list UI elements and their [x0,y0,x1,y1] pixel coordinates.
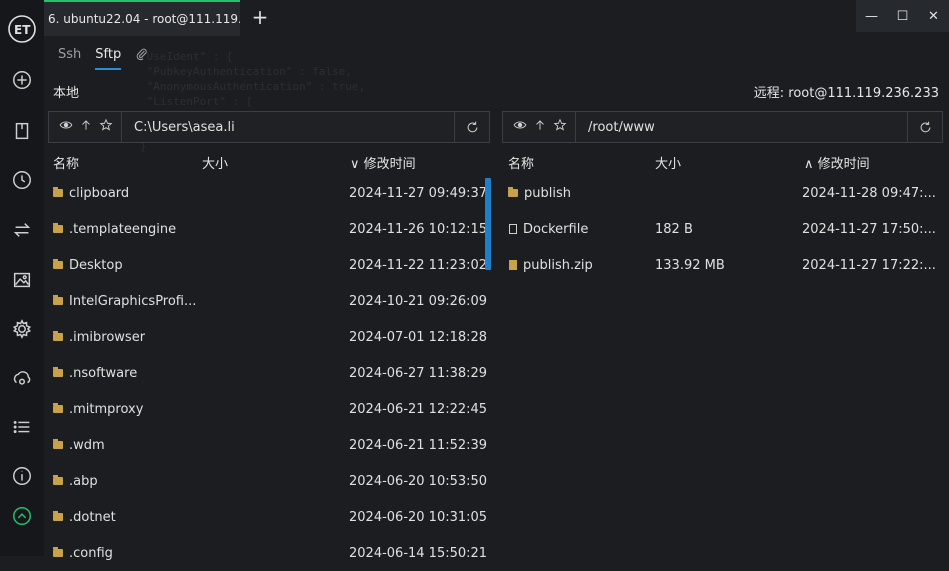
refresh-icon[interactable] [454,112,489,142]
folder-icon [53,259,63,269]
arrow-up-icon[interactable] [79,118,93,136]
local-path-controls [49,112,122,142]
table-row[interactable]: .abp 2024-06-20 10:53:50 [48,463,487,499]
close-button[interactable]: ✕ [918,0,949,32]
folder-icon [53,403,63,413]
local-path-input[interactable]: C:\Users\asea.li [122,120,454,135]
table-row[interactable]: .mitmproxy 2024-06-21 12:22:45 [48,391,487,427]
table-row[interactable]: .imibrowser 2024-07-01 12:18:28 [48,319,487,355]
arrow-up-icon[interactable] [533,118,547,136]
transfer-icon[interactable] [8,216,36,244]
paperclip-icon[interactable] [135,47,149,70]
local-column-size[interactable]: 大小 [202,153,228,172]
mode-tabs: Ssh Sftp [58,47,149,70]
folder-icon [53,223,63,233]
folder-icon [53,511,63,521]
tab-sftp[interactable]: Sftp [95,47,122,70]
table-row[interactable]: .templateengine 2024-11-26 10:12:15 [48,211,487,247]
maximize-button[interactable]: ☐ [887,0,918,32]
collapse-up-icon[interactable] [8,502,36,530]
app-logo-icon: ET [7,14,37,44]
remote-column-size[interactable]: 大小 [655,153,681,172]
folder-icon [53,439,63,449]
table-row[interactable]: publish.zip 133.92 MB 2024-11-27 17:22:... [502,247,943,283]
remote-path-input[interactable]: /root/www [576,120,907,135]
sort-desc-icon: ∨ [350,157,360,172]
file-icon [509,224,517,234]
window-controls: — ☐ ✕ [856,0,949,32]
list-icon[interactable] [8,413,36,441]
star-icon[interactable] [553,118,567,136]
image-icon[interactable] [8,266,36,294]
session-tab-title: 6. ubuntu22.04 - root@111.119.2... [48,12,240,26]
folder-icon [53,295,63,305]
local-scrollbar[interactable] [485,178,491,270]
sort-asc-icon: ∧ [804,157,814,172]
table-row[interactable]: Desktop 2024-11-22 11:23:02 [48,247,487,283]
local-column-modified[interactable]: ∨ 修改时间 [350,153,416,172]
add-icon[interactable] [8,66,36,94]
table-row[interactable]: Dockerfile 182 B 2024-11-27 17:50:... [502,211,943,247]
remote-pane-label: 远程: root@111.119.236.233 [753,86,939,101]
remote-column-modified[interactable]: ∧ 修改时间 [804,153,870,172]
minimize-button[interactable]: — [856,0,887,32]
new-tab-button[interactable]: + [249,6,271,28]
remote-path-bar: /root/www [502,111,943,143]
title-bar: 6. ubuntu22.04 - root@111.119.2... + — ☐… [44,0,949,36]
folder-icon [53,187,63,197]
folder-icon [53,331,63,341]
table-row[interactable]: .nsoftware 2024-06-27 11:38:29 [48,355,487,391]
svg-text:ET: ET [14,23,31,37]
table-row[interactable]: .wdm 2024-06-21 11:52:39 [48,427,487,463]
eye-icon[interactable] [59,118,73,136]
remote-column-name[interactable]: 名称 [508,153,534,172]
settings-gear-icon[interactable] [8,315,36,343]
eye-icon[interactable] [513,118,527,136]
folder-icon [53,367,63,377]
info-icon[interactable] [8,462,36,490]
session-tab[interactable]: 6. ubuntu22.04 - root@111.119.2... [44,0,240,36]
folder-icon [508,187,518,197]
refresh-icon[interactable] [907,112,942,142]
local-path-bar: C:\Users\asea.li [48,111,490,143]
zip-file-icon [509,260,517,270]
bookmark-icon[interactable] [8,117,36,145]
table-row[interactable]: publish 2024-11-28 09:47:... [502,175,943,211]
local-column-name[interactable]: 名称 [53,153,79,172]
history-clock-icon[interactable] [8,166,36,194]
remote-column-modified-label: 修改时间 [817,157,870,172]
folder-icon [53,475,63,485]
table-row[interactable]: .dotnet 2024-06-20 10:31:05 [48,499,487,535]
table-row[interactable]: clipboard 2024-11-27 09:49:37 [48,175,487,211]
local-pane-label: 本地 [53,86,80,101]
star-icon[interactable] [99,118,113,136]
left-sidebar: ET [0,0,44,556]
table-row[interactable]: .config 2024-06-14 15:50:21 [48,535,487,571]
local-column-modified-label: 修改时间 [363,157,416,172]
tab-ssh[interactable]: Ssh [58,47,81,70]
table-row[interactable]: IntelGraphicsProfi... 2024-10-21 09:26:09 [48,283,487,319]
remote-path-controls [503,112,576,142]
cloud-sync-icon[interactable] [8,364,36,392]
